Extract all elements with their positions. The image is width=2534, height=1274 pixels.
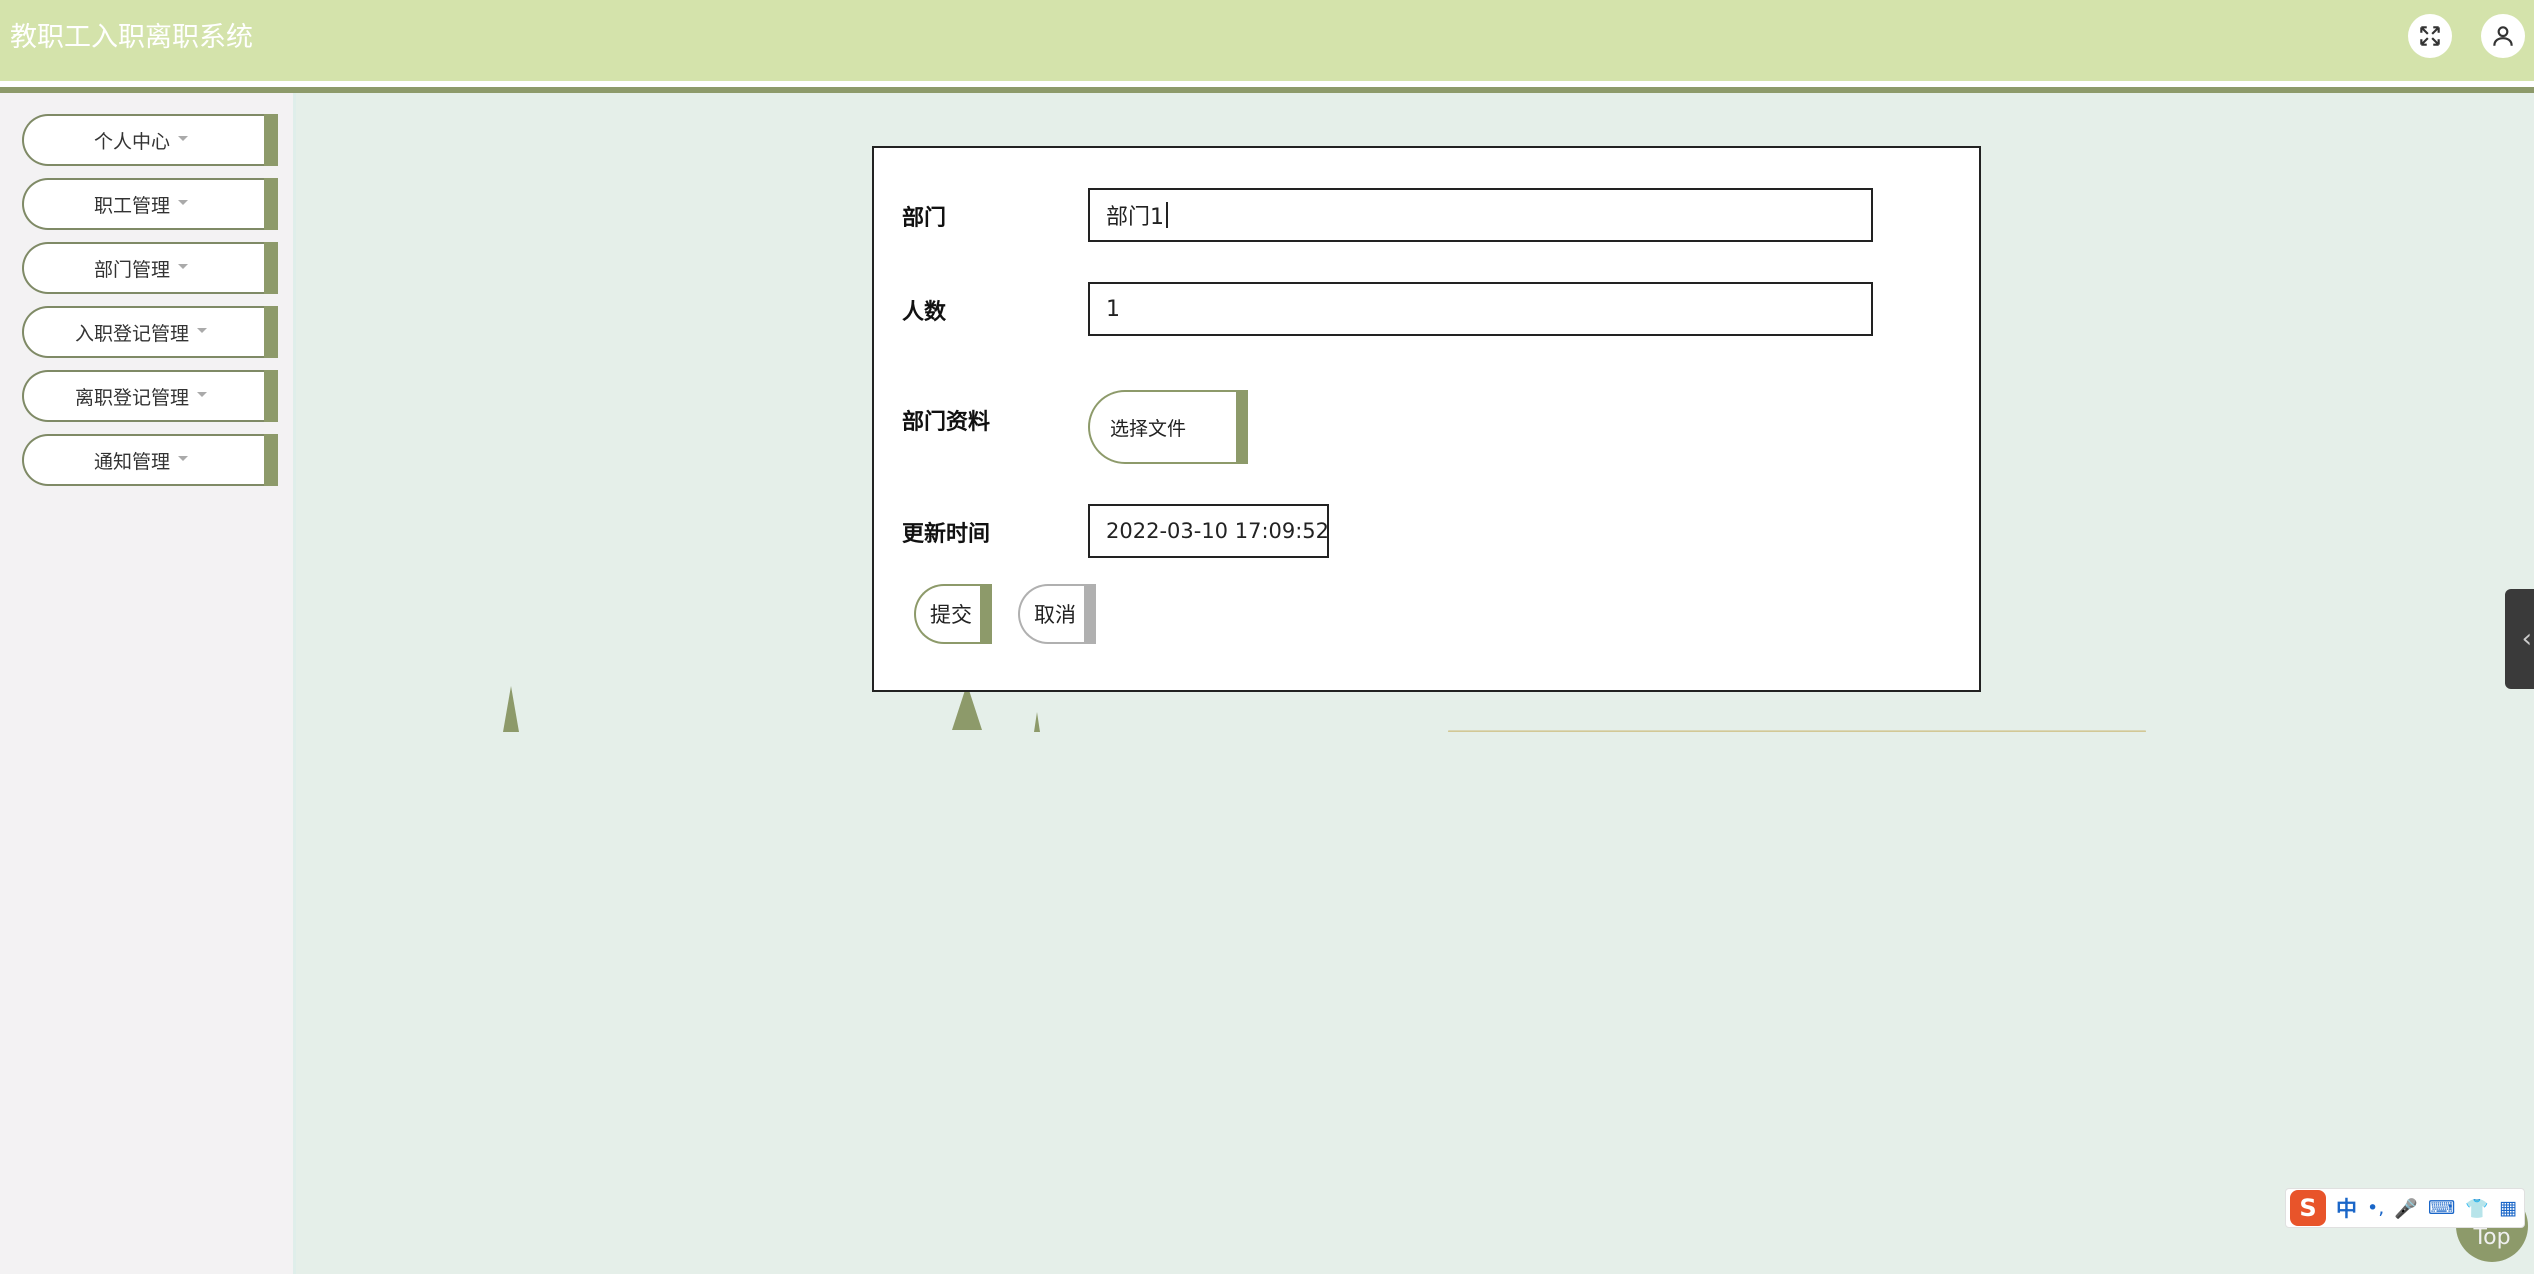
choose-file-button[interactable]: 选择文件 [1088, 390, 1248, 464]
sidebar-item-notice-management[interactable]: 通知管理 [22, 434, 278, 486]
headcount-value: 1 [1106, 296, 1120, 322]
microphone-icon[interactable]: 🎤 [2394, 1197, 2418, 1220]
department-edit-form: 部门 部门1 人数 1 部门资料 选择文件 更新时间 2022-03-10 17… [872, 146, 1981, 692]
updated-time-input[interactable]: 2022-03-10 17:09:52 [1088, 504, 1329, 558]
sidebar: 个人中心 职工管理 部门管理 入职登记管理 离职登记管理 通知管理 [0, 93, 296, 1274]
updated-time-value: 2022-03-10 17:09:52 [1106, 519, 1329, 543]
app-title: 教职工入职离职系统 [10, 22, 253, 53]
sidebar-item-label: 离职登记管理 [74, 386, 189, 409]
user-button[interactable] [2481, 14, 2525, 58]
department-label: 部门 [902, 206, 947, 231]
sidebar-item-label: 职工管理 [93, 194, 170, 217]
apps-icon[interactable]: ▦ [2499, 1197, 2517, 1219]
sidebar-item-label: 通知管理 [93, 450, 170, 473]
submit-button[interactable]: 提交 [914, 584, 992, 644]
caret-down-icon [197, 391, 207, 397]
user-icon [2493, 26, 2513, 46]
headcount-label: 人数 [902, 300, 947, 325]
sidebar-item-label: 部门管理 [93, 258, 170, 281]
department-input[interactable]: 部门1 [1088, 188, 1873, 242]
side-panel-toggle[interactable]: ‹ [2505, 589, 2534, 689]
back-to-top-label: Top [2473, 1225, 2511, 1250]
tree-decoration [1034, 712, 1040, 732]
sidebar-item-staff-management[interactable]: 职工管理 [22, 178, 278, 230]
shirt-icon[interactable]: 👕 [2465, 1197, 2489, 1220]
header-divider-accent [0, 87, 2534, 93]
submit-label: 提交 [930, 603, 972, 627]
fullscreen-icon [2420, 26, 2440, 46]
sidebar-item-label: 个人中心 [93, 130, 170, 153]
chevron-left-icon: ‹ [2521, 624, 2532, 654]
sidebar-item-label: 入职登记管理 [74, 322, 189, 345]
ime-logo-icon[interactable]: S [2290, 1190, 2326, 1226]
top-header: 教职工入职离职系统 [0, 0, 2534, 81]
caret-down-icon [178, 263, 188, 269]
ime-toolbar: S 中 •, 🎤 ⌨ 👕 ▦ [2285, 1188, 2525, 1228]
tree-decoration [503, 686, 519, 732]
cancel-label: 取消 [1034, 603, 1076, 627]
ime-punctuation-toggle[interactable]: •, [2367, 1197, 2384, 1219]
keyboard-icon[interactable]: ⌨ [2428, 1197, 2455, 1219]
cancel-button[interactable]: 取消 [1018, 584, 1096, 644]
sidebar-item-resignation-management[interactable]: 离职登记管理 [22, 370, 278, 422]
caret-down-icon [178, 455, 188, 461]
headcount-input[interactable]: 1 [1088, 282, 1873, 336]
ime-mode-toggle[interactable]: 中 [2336, 1193, 2357, 1223]
choose-file-label: 选择文件 [1110, 417, 1187, 440]
caret-down-icon [197, 327, 207, 333]
text-cursor [1166, 202, 1168, 228]
materials-label: 部门资料 [902, 410, 991, 435]
fullscreen-button[interactable] [2408, 14, 2452, 58]
sidebar-item-personal-center[interactable]: 个人中心 [22, 114, 278, 166]
caret-down-icon [178, 199, 188, 205]
updated-time-label: 更新时间 [902, 522, 991, 547]
sidebar-item-department-management[interactable]: 部门管理 [22, 242, 278, 294]
background-mask [1400, 732, 2200, 852]
caret-down-icon [178, 135, 188, 141]
department-value: 部门1 [1106, 205, 1164, 230]
sidebar-item-onboarding-management[interactable]: 入职登记管理 [22, 306, 278, 358]
